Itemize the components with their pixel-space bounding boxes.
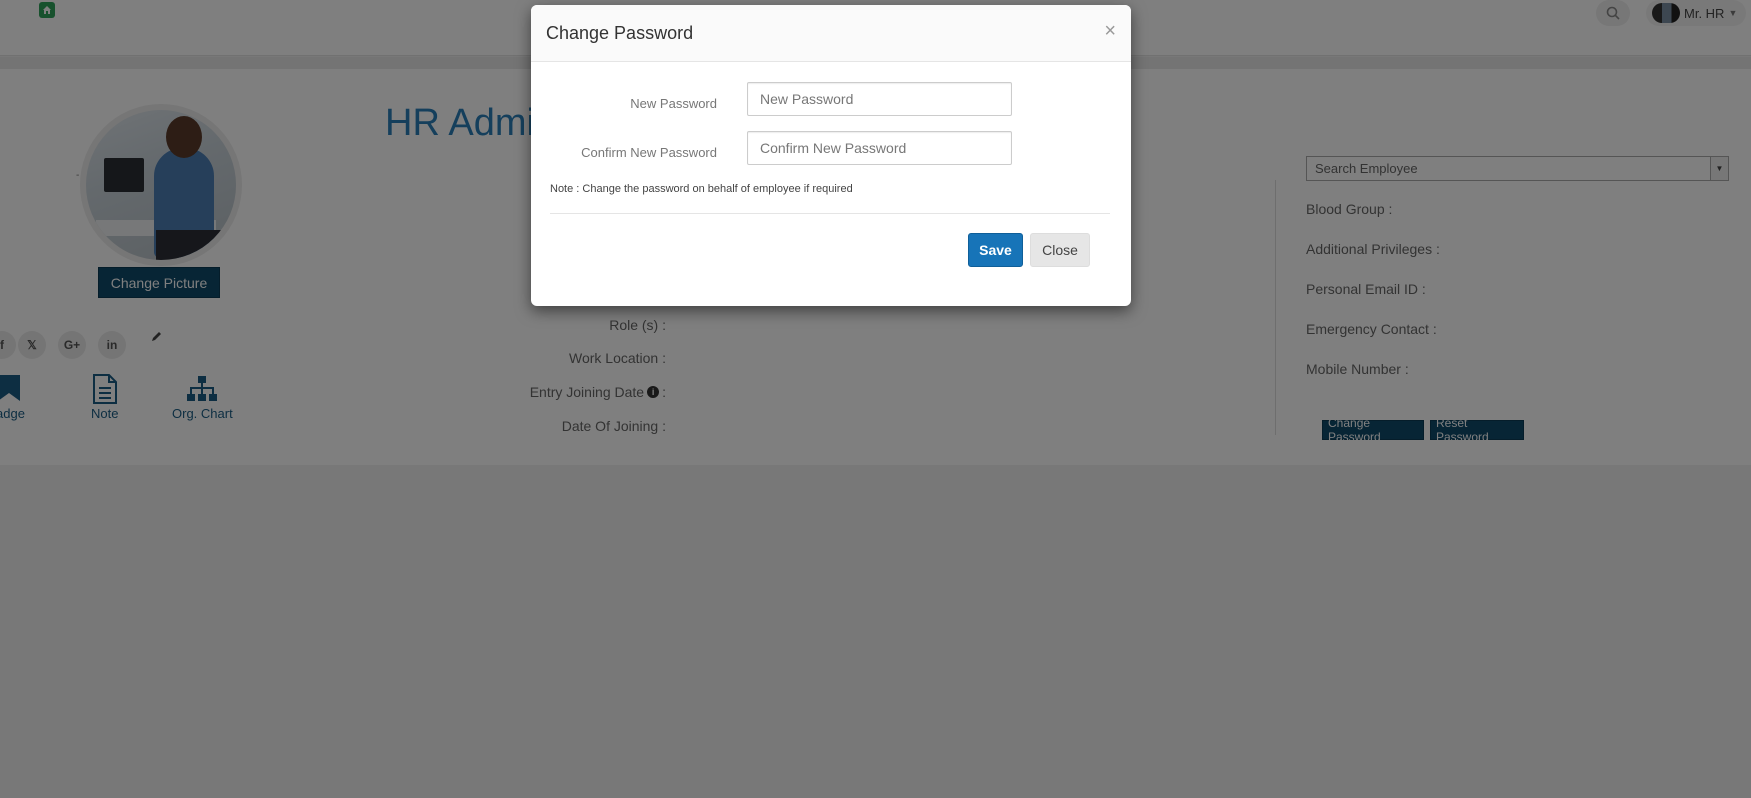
- close-button[interactable]: Close: [1030, 233, 1090, 267]
- confirm-password-input[interactable]: [747, 131, 1012, 165]
- password-note: Note : Change the password on behalf of …: [550, 183, 853, 195]
- modal-header: Change Password ×: [531, 5, 1131, 62]
- change-password-modal: Change Password × New Password Confirm N…: [531, 5, 1131, 306]
- save-button[interactable]: Save: [968, 233, 1023, 267]
- new-password-input[interactable]: [747, 82, 1012, 116]
- modal-title: Change Password: [546, 23, 694, 43]
- confirm-password-label: Confirm New Password: [581, 145, 717, 160]
- close-icon[interactable]: ×: [1104, 21, 1116, 41]
- new-password-label: New Password: [630, 96, 717, 111]
- modal-divider: [550, 213, 1110, 214]
